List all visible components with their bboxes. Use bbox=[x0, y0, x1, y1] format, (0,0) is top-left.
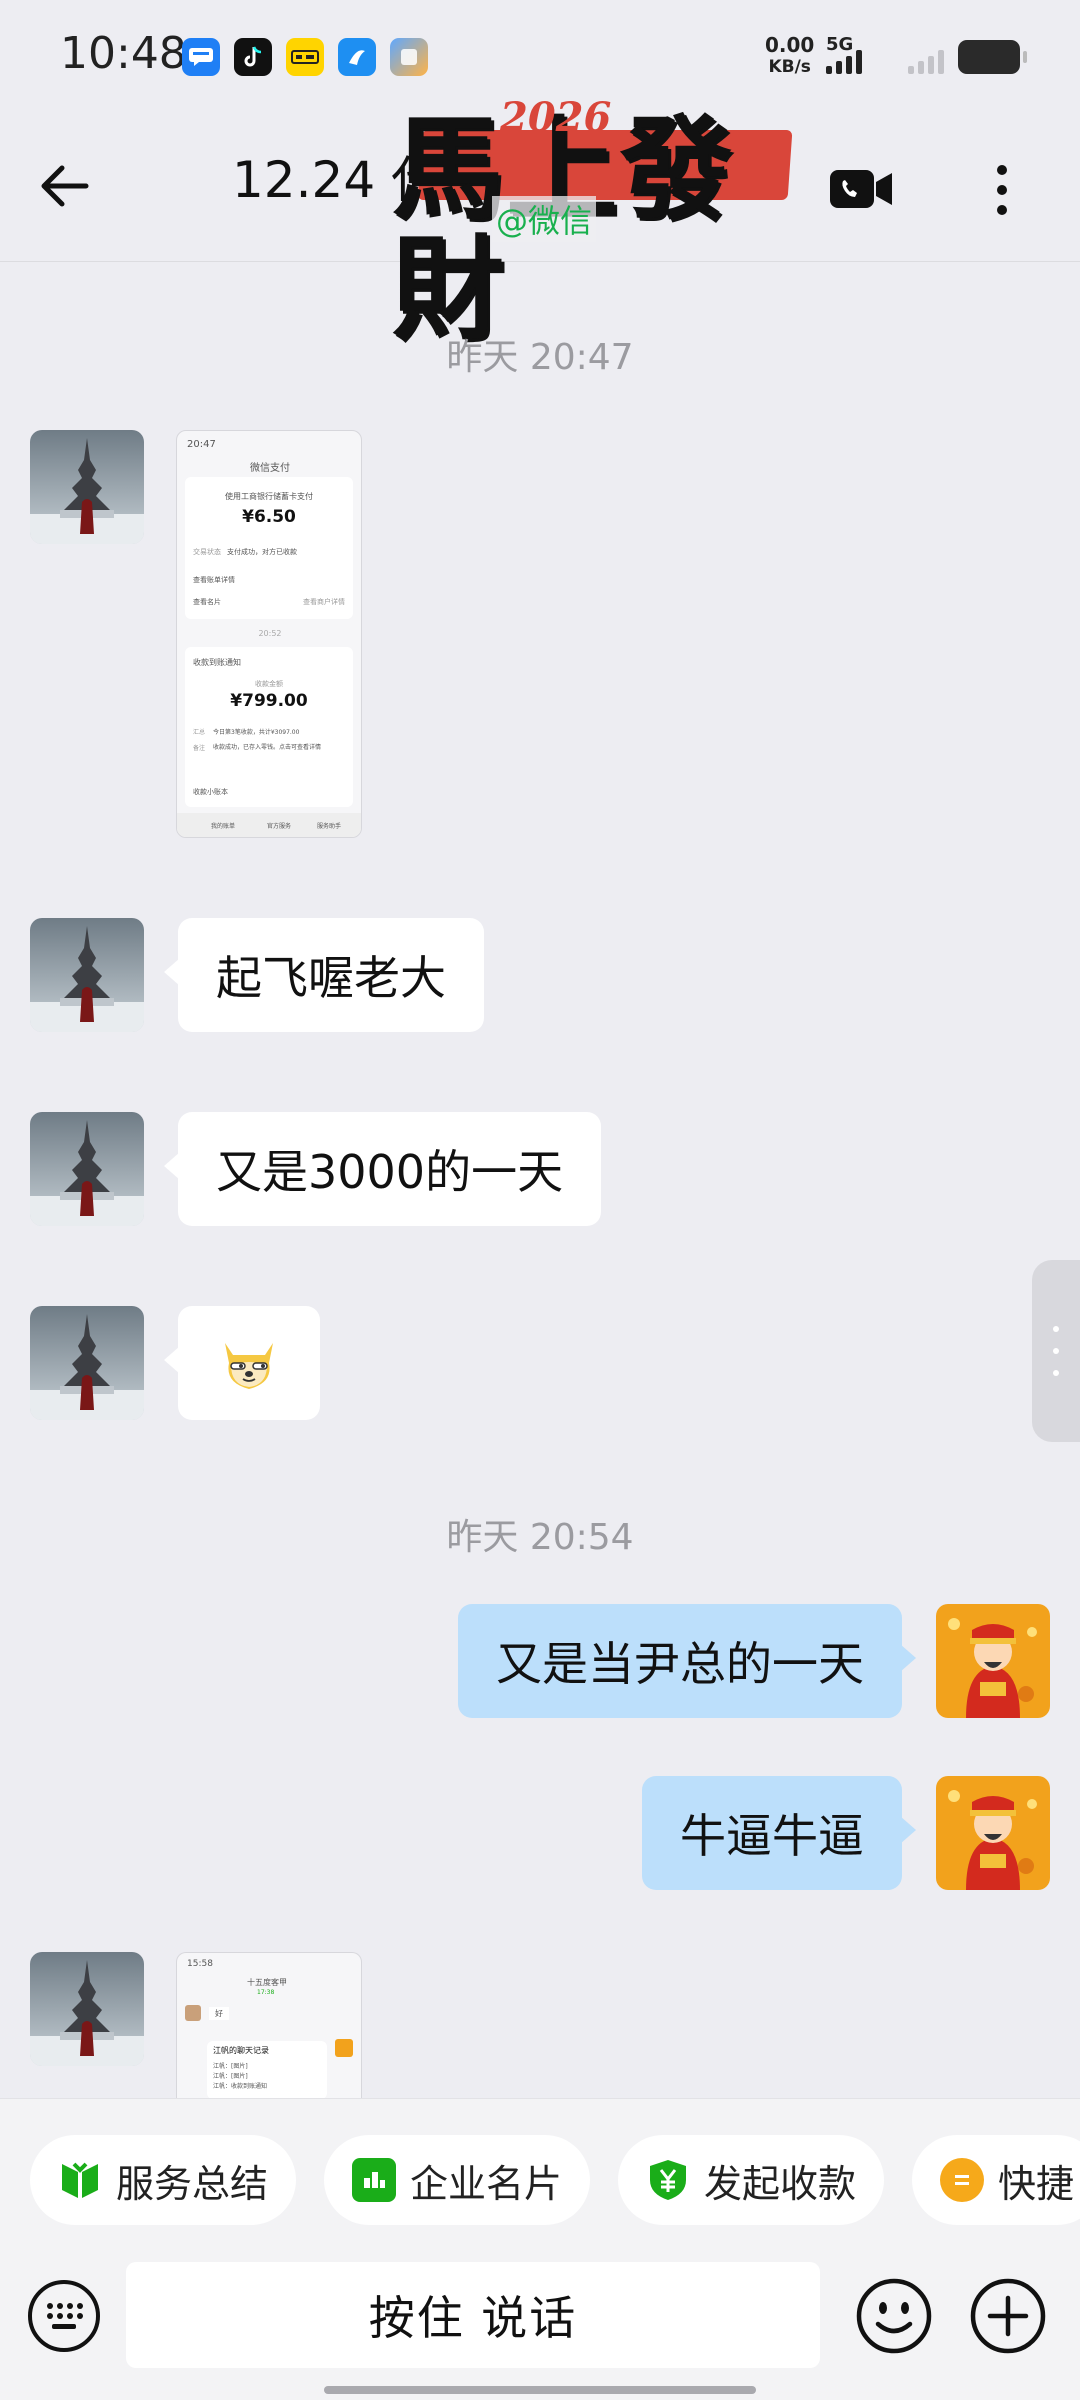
shot-divider-time: 20:52 bbox=[258, 629, 282, 638]
status-time: 10:48 bbox=[60, 28, 187, 79]
shot-card-title: 江帆的聊天记录 bbox=[213, 2046, 269, 2055]
input-bar: 按住 说话 bbox=[0, 2260, 1080, 2400]
network-speed-value: 0.00 bbox=[765, 33, 815, 57]
shot-tab: 官方服务 bbox=[267, 823, 292, 830]
side-panel-handle[interactable] bbox=[1032, 1260, 1080, 1442]
contact-avatar[interactable] bbox=[30, 1952, 144, 2066]
tiktok-icon bbox=[234, 38, 272, 76]
card-icon bbox=[352, 2158, 396, 2202]
message-bubble[interactable] bbox=[164, 1306, 320, 1420]
shot-card1-row2: 查看名片 bbox=[193, 598, 221, 606]
signal-secondary-icon bbox=[908, 48, 944, 74]
shot-card1-label: 使用工商银行储蓄卡支付 bbox=[225, 492, 313, 501]
shot-card1-amount: ¥6.50 bbox=[242, 507, 296, 527]
my-avatar[interactable] bbox=[936, 1604, 1050, 1718]
shot-tab: 服务助手 bbox=[317, 823, 342, 830]
quick-action-label: 发起收款 bbox=[704, 2161, 857, 2206]
shot-card2-label: 收款金额 bbox=[255, 680, 283, 688]
shot-forward-card: 江帆的聊天记录 江帆：[图片] 江帆：[图片] 江帆：收款到账通知 bbox=[207, 2041, 327, 2098]
shot-card-line: 江帆：收款到账通知 bbox=[213, 2083, 268, 2090]
signal-icon bbox=[826, 48, 862, 74]
shot-tab: 我的账单 bbox=[211, 823, 236, 830]
shot-card2-row1: 今日第3笔收款，共计¥3097.00 bbox=[213, 729, 300, 736]
shot-receipt-card: 收款到账通知 收款金额 ¥799.00 汇总 今日第3笔收款，共计¥3097.0… bbox=[185, 647, 353, 807]
message-app-icon bbox=[182, 38, 220, 76]
shot-card2-row2: 收款成功，已存入零钱。点击可查看详情 bbox=[213, 744, 322, 751]
files-icon bbox=[390, 38, 428, 76]
contact-avatar[interactable] bbox=[30, 918, 144, 1032]
quick-action-label: 快捷 bbox=[998, 2161, 1075, 2206]
battery-icon bbox=[958, 40, 1027, 74]
emoji-icon[interactable] bbox=[854, 2276, 934, 2356]
chat-header: 12.24 代 馬上發財 2026 @微信 bbox=[0, 94, 1080, 350]
shot-card-line: 江帆：[图片] bbox=[213, 2063, 248, 2070]
my-message-bubble[interactable]: 牛逼牛逼 bbox=[642, 1776, 916, 1890]
doge-emoji-icon bbox=[225, 1343, 273, 1389]
shot-payment-card: 使用工商银行储蓄卡支付 ¥6.50 交易状态 支付成功，对方已收款 查看账单详情… bbox=[185, 477, 353, 619]
shot-card1-row1: 查看账单详情 bbox=[193, 576, 235, 584]
shot-status-time: 20:47 bbox=[187, 439, 216, 450]
shot-card1-status: 支付成功，对方已收款 bbox=[227, 548, 297, 556]
payment-app-icon bbox=[286, 38, 324, 76]
home-indicator[interactable] bbox=[324, 2386, 756, 2394]
hold-to-talk-button[interactable]: 按住 说话 bbox=[126, 2262, 820, 2368]
bookmark-icon bbox=[58, 2158, 102, 2202]
quick-reply-icon bbox=[940, 2158, 984, 2202]
network-speed: 0.00 KB/s bbox=[765, 34, 814, 78]
shot-bottom-tabs: 我的账单 官方服务 服务助手 bbox=[177, 813, 361, 837]
shot-card1-status-label: 交易状态 bbox=[193, 548, 221, 556]
contact-avatar[interactable] bbox=[30, 1112, 144, 1226]
banner-text: 馬上發財 bbox=[392, 104, 734, 355]
new-year-banner: 馬上發財 2026 @微信 bbox=[382, 94, 822, 350]
shot-card2-footer: 收款小账本 bbox=[193, 788, 228, 796]
quick-action-label: 服务总结 bbox=[116, 2161, 269, 2206]
quick-action-quick-reply[interactable]: 快捷 bbox=[912, 2135, 1080, 2225]
shot-card-line: 江帆：[图片] bbox=[213, 2073, 248, 2080]
shot-my-avatar bbox=[335, 2039, 353, 2057]
message-timestamp: 昨天 20:47 bbox=[446, 337, 634, 378]
quick-action-label: 企业名片 bbox=[410, 2161, 563, 2206]
message-bubble[interactable]: 又是3000的一天 bbox=[163, 1112, 602, 1226]
banner-year: 2026 bbox=[500, 94, 612, 141]
my-avatar[interactable] bbox=[936, 1776, 1050, 1890]
my-message-bubble[interactable]: 又是当尹总的一天 bbox=[458, 1604, 916, 1718]
quick-actions-bar[interactable]: 服务总结 企业名片 发起收款 快捷 bbox=[0, 2098, 1080, 2260]
shot-card2-row1-label: 汇总 bbox=[193, 729, 206, 736]
shared-screenshot-image[interactable]: 15:58 十五度客甲 17:38 好 江帆的聊天记录 江帆：[图片] 江帆：[… bbox=[176, 1952, 362, 2098]
network-speed-unit: KB/s bbox=[768, 57, 811, 77]
shot-card2-title: 收款到账通知 bbox=[193, 658, 241, 667]
yuan-shield-icon bbox=[646, 2158, 690, 2202]
banner-handle: @微信 bbox=[492, 196, 597, 242]
quick-action-collect-payment[interactable]: 发起收款 bbox=[618, 2135, 885, 2225]
contact-avatar[interactable] bbox=[30, 430, 144, 544]
back-arrow-icon[interactable] bbox=[36, 156, 96, 216]
notification-icons bbox=[182, 38, 428, 76]
contact-avatar[interactable] bbox=[30, 1306, 144, 1420]
shot-card1-row2-value: 查看商户详情 bbox=[303, 598, 345, 606]
shot-page-subtitle: 17:38 bbox=[257, 1989, 275, 1996]
quick-action-service-summary[interactable]: 服务总结 bbox=[30, 2135, 297, 2225]
shot-card2-row2-label: 备注 bbox=[193, 745, 206, 752]
message-bubble[interactable]: 起飞喔老大 bbox=[164, 918, 484, 1032]
shot-status-time: 15:58 bbox=[187, 1959, 213, 1969]
browser-icon bbox=[338, 38, 376, 76]
shot-avatar bbox=[185, 2005, 201, 2021]
shot-card2-amount: ¥799.00 bbox=[230, 691, 308, 711]
plus-icon[interactable] bbox=[968, 2276, 1048, 2356]
shot-page-title: 十五度客甲 bbox=[247, 1978, 287, 1987]
shot-page-title: 微信支付 bbox=[250, 463, 290, 474]
message-timestamp: 昨天 20:54 bbox=[446, 1517, 634, 1558]
more-options-icon[interactable] bbox=[990, 160, 1014, 220]
keyboard-icon[interactable] bbox=[26, 2278, 102, 2354]
shared-screenshot-image[interactable]: 20:47 微信支付 使用工商银行储蓄卡支付 ¥6.50 交易状态 支付成功，对… bbox=[176, 430, 362, 838]
shot-chat-line: 好 bbox=[209, 2007, 229, 2020]
video-call-icon[interactable] bbox=[828, 166, 894, 212]
quick-action-business-card[interactable]: 企业名片 bbox=[324, 2135, 591, 2225]
